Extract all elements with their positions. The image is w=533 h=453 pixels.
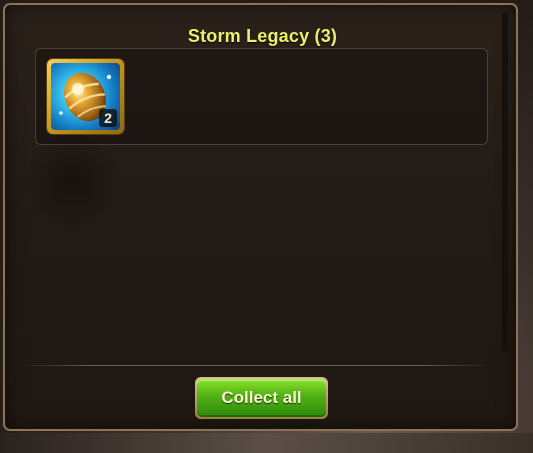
background-shadow: [22, 130, 122, 230]
item-count-badge: 2: [99, 109, 117, 127]
collect-all-button[interactable]: Collect all: [195, 377, 328, 419]
storm-egg-icon: 2: [51, 63, 120, 130]
collect-all-button-label: Collect all: [197, 379, 326, 417]
reward-item-slot[interactable]: 2: [47, 59, 124, 134]
background-strip: [0, 433, 533, 453]
popup-title: Storm Legacy (3): [187, 26, 338, 46]
scrollbar-track[interactable]: [502, 12, 508, 352]
divider-line: [20, 365, 493, 366]
